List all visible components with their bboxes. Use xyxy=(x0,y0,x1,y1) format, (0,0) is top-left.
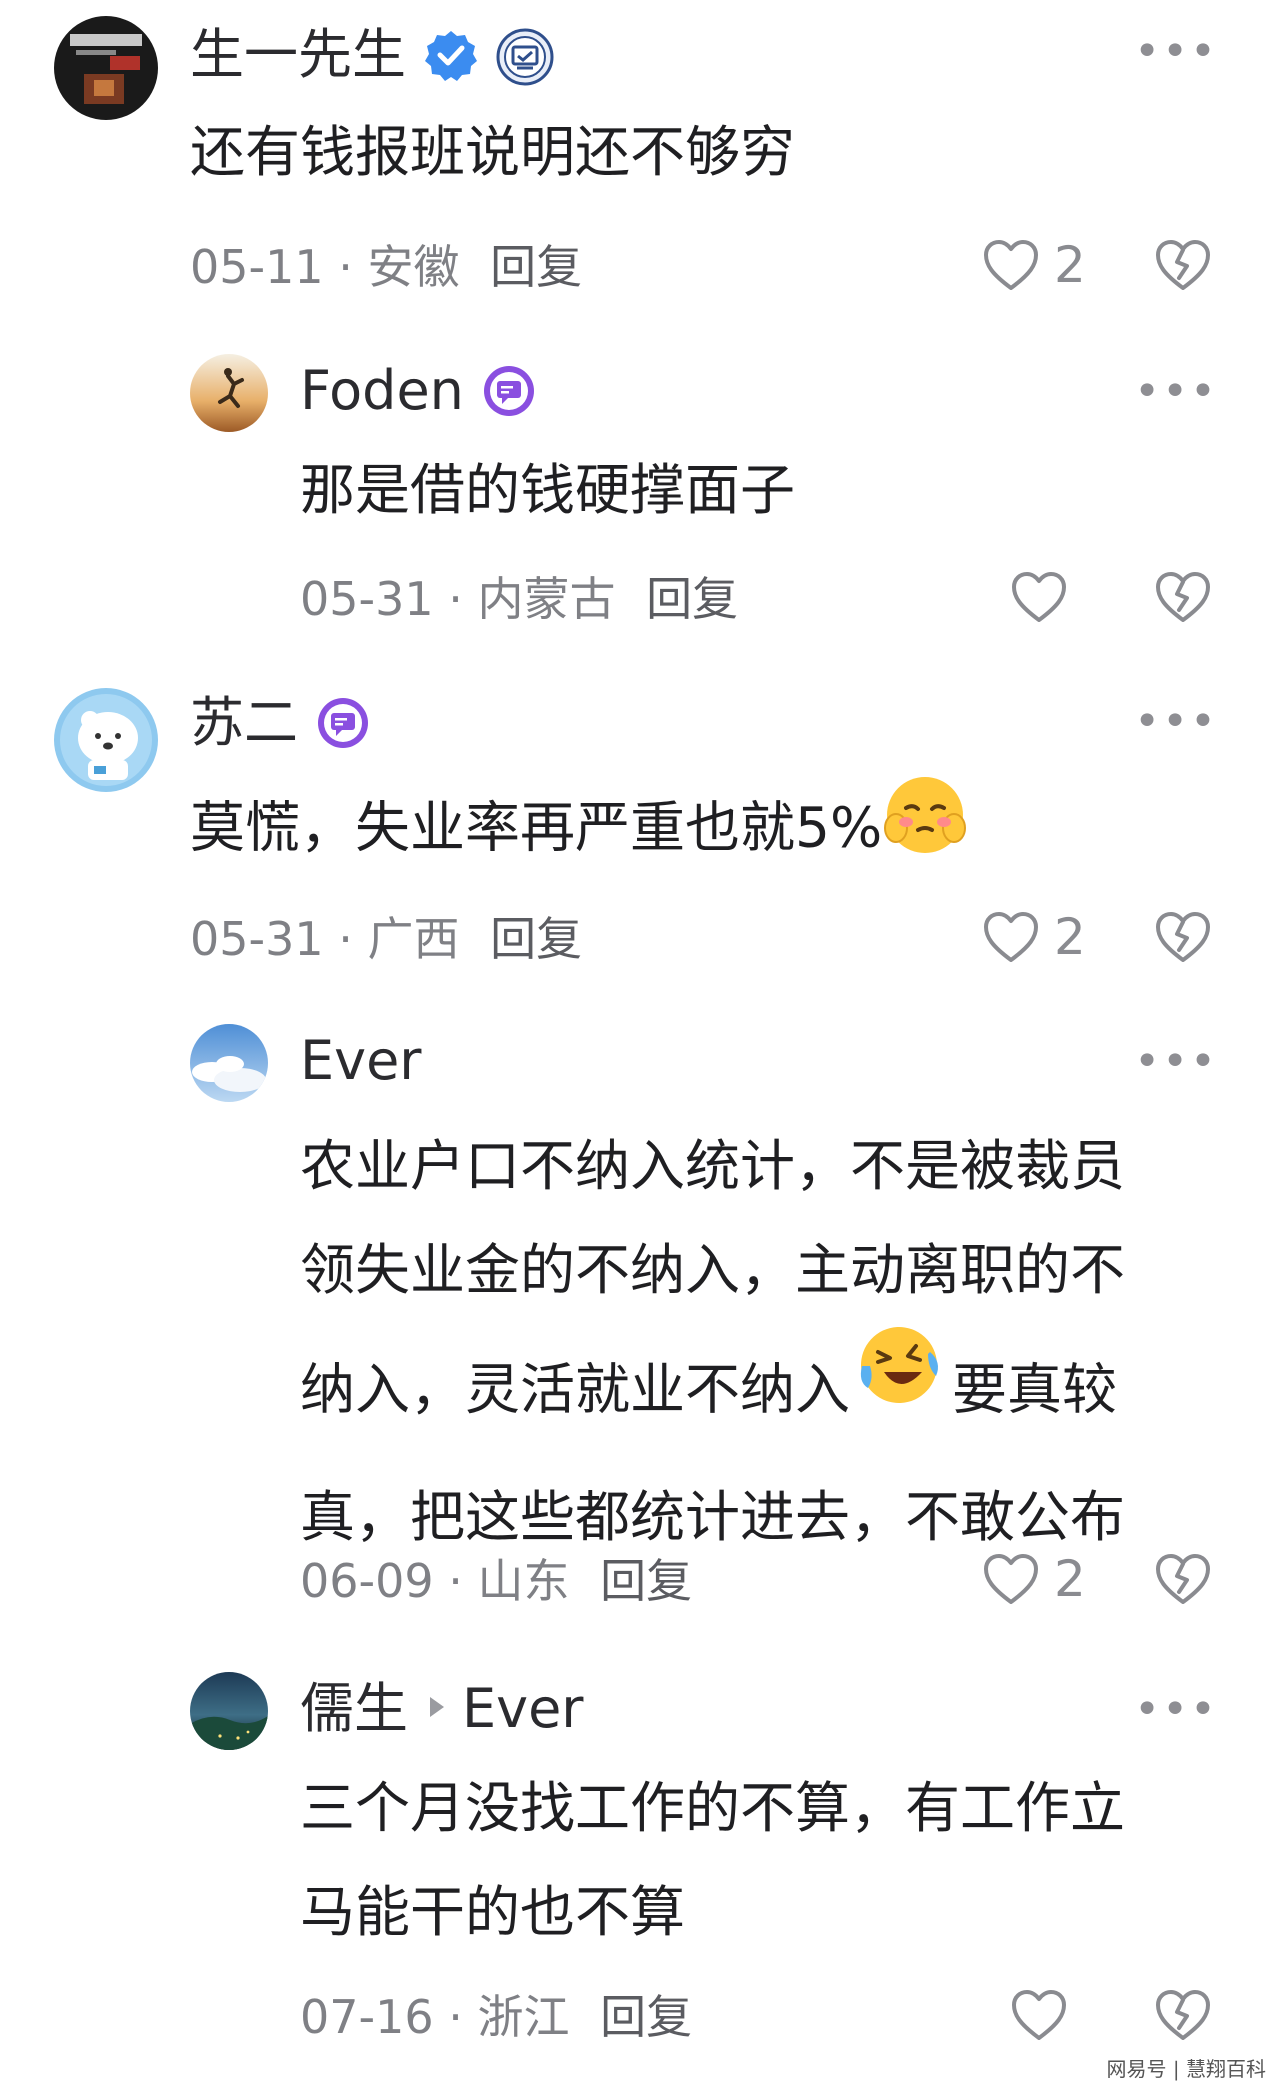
comment-text-line: 领失业金的不纳入，主动离职的不 xyxy=(300,1238,1126,1302)
like-button[interactable]: 2 xyxy=(982,910,1086,964)
comment-location: 广西 xyxy=(367,912,460,966)
avatar[interactable] xyxy=(54,688,158,792)
verified-icon xyxy=(424,28,478,82)
broken-heart-icon xyxy=(1156,912,1210,962)
comment-body: 农业户口不纳入统计，不是被裁员 领失业金的不纳入，主动离职的不 纳入，灵活就业不… xyxy=(300,1114,1125,1569)
chat-badge-icon xyxy=(482,364,536,418)
heart-icon xyxy=(1012,572,1066,622)
comment-meta: 07-16 · 浙江 回复 xyxy=(300,1994,692,2040)
comment-text: 纳入，灵活就业不纳入 xyxy=(300,1357,851,1422)
reply-button[interactable]: 回复 xyxy=(600,1990,692,2044)
meta-separator: · xyxy=(448,1990,463,2044)
comment-body: 莫慌，失业率再严重也就5% xyxy=(190,772,968,891)
name-row: 苏二 xyxy=(190,696,370,750)
heart-icon xyxy=(1012,1990,1066,2040)
like-button[interactable]: 2 xyxy=(982,238,1086,292)
comment-location: 浙江 xyxy=(477,1990,570,2044)
comment-meta: 05-31 · 广西 回复 xyxy=(190,916,582,962)
reply-target-name[interactable]: Ever xyxy=(462,1682,584,1736)
comment-text-line: 莫慌，失业率再严重也就5% xyxy=(190,772,968,891)
user-name[interactable]: 儒生 xyxy=(300,1682,408,1736)
avatar[interactable] xyxy=(190,354,268,432)
like-button[interactable] xyxy=(1010,570,1068,624)
avatar[interactable] xyxy=(190,1672,268,1750)
comment-body: 还有钱报班说明还不够穷 xyxy=(190,100,795,204)
comment-text-line: 马能干的也不算 xyxy=(300,1880,686,1944)
comment-body: 那是借的钱硬撑面子 xyxy=(300,438,795,542)
comment-meta: 05-31 · 内蒙古 回复 xyxy=(300,576,738,622)
comment-location: 山东 xyxy=(477,1554,570,1608)
comment-text-line: 还有钱报班说明还不够穷 xyxy=(190,120,796,184)
reply-button[interactable]: 回复 xyxy=(490,912,582,966)
reply-arrow-icon xyxy=(428,1695,446,1723)
avatar[interactable] xyxy=(190,1024,268,1102)
meta-separator: · xyxy=(448,1554,463,1608)
broken-heart-icon xyxy=(1156,572,1210,622)
meta-separator: · xyxy=(448,572,463,626)
like-button[interactable] xyxy=(1010,1988,1068,2042)
heart-icon xyxy=(984,240,1038,290)
user-name[interactable]: 生一先生 xyxy=(190,28,406,82)
broken-heart-icon xyxy=(1156,240,1210,290)
broken-heart-icon xyxy=(1156,1554,1210,1604)
comment-date: 05-31 xyxy=(300,572,434,626)
avatar[interactable] xyxy=(54,16,158,120)
meta-separator: · xyxy=(338,240,353,294)
reply-button[interactable]: 回复 xyxy=(490,240,582,294)
comment-meta: 06-09 · 山东 回复 xyxy=(300,1558,692,1604)
like-count: 2 xyxy=(1054,236,1086,294)
comment-body: 三个月没找工作的不算，有工作立 马能干的也不算 xyxy=(300,1756,1125,1964)
broken-heart-icon xyxy=(1156,1990,1210,2040)
comment-location: 安徽 xyxy=(367,240,460,294)
comment-text-line: 纳入，灵活就业不纳入 要真较 xyxy=(300,1322,1125,1465)
comment-location: 内蒙古 xyxy=(477,572,616,626)
dislike-button[interactable] xyxy=(1154,570,1212,628)
user-name[interactable]: 苏二 xyxy=(190,696,298,750)
dislike-button[interactable] xyxy=(1154,910,1212,968)
more-options-button[interactable]: ••• xyxy=(1134,1040,1218,1084)
comment-text: 莫慌，失业率再严重也就5% xyxy=(190,795,883,860)
comment-text-line: 农业户口不纳入统计，不是被裁员 xyxy=(300,1134,1126,1198)
like-button[interactable]: 2 xyxy=(982,1552,1086,1606)
dislike-button[interactable] xyxy=(1154,1988,1212,2046)
heart-icon xyxy=(984,1554,1038,1604)
user-name[interactable]: Foden xyxy=(300,364,464,418)
name-row: 生一先生 xyxy=(190,28,554,86)
name-row: 儒生 Ever xyxy=(300,1682,584,1736)
more-options-button[interactable]: ••• xyxy=(1134,370,1218,414)
comment-text-line: 那是借的钱硬撑面子 xyxy=(300,458,796,522)
meta-separator: · xyxy=(338,912,353,966)
like-count: 2 xyxy=(1054,908,1086,966)
comment-text-line: 三个月没找工作的不算，有工作立 xyxy=(300,1776,1126,1840)
comment-date: 05-31 xyxy=(190,912,324,966)
more-options-button[interactable]: ••• xyxy=(1134,1688,1218,1732)
comment-date: 07-16 xyxy=(300,1990,434,2044)
comment-date: 06-09 xyxy=(300,1554,434,1608)
reply-button[interactable]: 回复 xyxy=(646,572,738,626)
laughing-crying-emoji-icon xyxy=(856,1322,942,1441)
dislike-button[interactable] xyxy=(1154,238,1212,296)
shy-face-emoji-icon xyxy=(882,772,968,891)
name-row: Ever xyxy=(300,1034,422,1088)
dislike-button[interactable] xyxy=(1154,1552,1212,1610)
comment-meta: 05-11 · 安徽 回复 xyxy=(190,244,582,290)
name-row: Foden xyxy=(300,364,536,418)
like-count: 2 xyxy=(1054,1550,1086,1608)
reply-button[interactable]: 回复 xyxy=(600,1554,692,1608)
comment-date: 05-11 xyxy=(190,240,324,294)
heart-icon xyxy=(984,912,1038,962)
more-options-button[interactable]: ••• xyxy=(1134,700,1218,744)
user-name[interactable]: Ever xyxy=(300,1034,422,1088)
screen-badge-icon xyxy=(496,28,554,86)
chat-badge-icon xyxy=(316,696,370,750)
watermark: 网易号 | 慧翔百科 xyxy=(1106,2057,1266,2081)
more-options-button[interactable]: ••• xyxy=(1134,30,1218,74)
comment-text: 要真较 xyxy=(952,1357,1118,1422)
